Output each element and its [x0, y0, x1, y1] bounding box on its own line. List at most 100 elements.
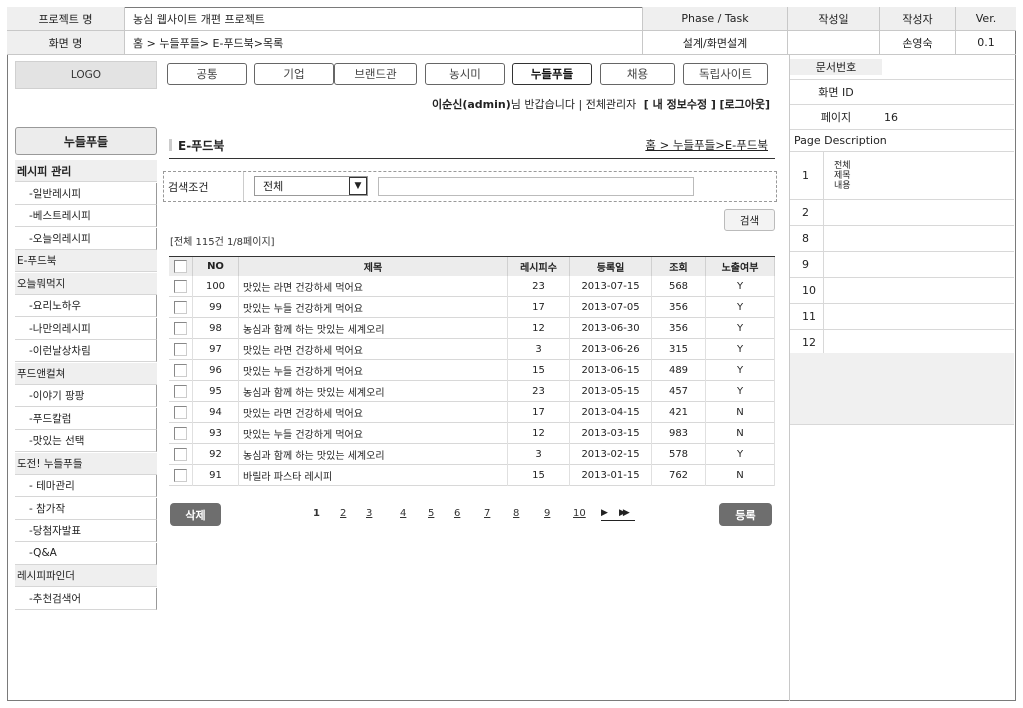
table-row[interactable]: 99 맛있는 누들 건강하게 먹어요 17 2013-07-05 356 Y [169, 297, 775, 318]
table-row[interactable]: 98 농심과 함께 하는 맛있는 세계오리 12 2013-06-30 356 Y [169, 318, 775, 339]
table-row[interactable]: 92 농심과 함께 하는 맛있는 세계오리 3 2013-02-15 578 Y [169, 444, 775, 465]
sidebar-item[interactable]: 푸드앤컬쳐 [15, 362, 157, 385]
row-title[interactable]: 맛있는 누들 건강하게 먹어요 [239, 297, 508, 318]
search-button[interactable]: 검색 [724, 209, 775, 231]
desc-row: 2 [790, 200, 1014, 226]
sidebar-item[interactable]: -오늘의레시피 [15, 227, 157, 250]
row-title[interactable]: 맛있는 누들 건강하게 먹어요 [239, 360, 508, 381]
row-select-cell [169, 297, 193, 318]
sidebar-item[interactable]: - 참가작 [15, 497, 157, 520]
row-views: 568 [652, 276, 706, 297]
row-title[interactable]: 농심과 함께 하는 맛있는 세계오리 [239, 381, 508, 402]
sidebar-item[interactable]: -Q&A [15, 542, 157, 565]
edit-info-link[interactable]: [ 내 정보수정 ] [644, 98, 716, 111]
sidebar-item[interactable]: - 테마관리 [15, 475, 157, 497]
table-row[interactable]: 91 바릴라 파스타 레시피 15 2013-01-15 762 N [169, 465, 775, 486]
page-no-value: 16 [884, 110, 898, 124]
row-checkbox[interactable] [174, 469, 187, 482]
desc-text: 전체 제목 내용 [834, 160, 851, 191]
logout-link[interactable]: [로그아웃] [719, 98, 770, 111]
column-header: 제목 [239, 257, 508, 276]
delete-button[interactable]: 삭제 [170, 503, 221, 526]
logo[interactable]: LOGO [15, 61, 157, 89]
row-title[interactable]: 맛있는 라면 건강하세 먹어요 [239, 402, 508, 423]
row-checkbox[interactable] [174, 280, 187, 293]
sidebar-item[interactable]: -당첨자발표 [15, 520, 157, 542]
breadcrumb[interactable]: 홈 > 누들푸들>E-푸드북 [560, 137, 768, 153]
row-checkbox[interactable] [174, 406, 187, 419]
row-title[interactable]: 맛있는 라면 건강하세 먹어요 [239, 276, 508, 297]
chevron-down-icon[interactable]: ▼ [349, 177, 367, 195]
page-link[interactable]: 8 [513, 508, 519, 519]
row-title[interactable]: 맛있는 누들 건강하게 먹어요 [239, 423, 508, 444]
row-no: 91 [193, 465, 239, 486]
search-input[interactable] [378, 177, 694, 196]
row-checkbox[interactable] [174, 343, 187, 356]
desc-num: 1 [790, 152, 824, 199]
column-header: 노출여부 [706, 257, 775, 276]
title-divider [169, 158, 775, 159]
row-title[interactable]: 맛있는 라면 건강하세 먹어요 [239, 339, 508, 360]
sidebar-item[interactable]: 오늘뭐먹지 [15, 272, 157, 295]
row-checkbox[interactable] [174, 427, 187, 440]
sidebar-item[interactable]: -요리노하우 [15, 295, 157, 317]
sidebar-item[interactable]: -맛있는 선택 [15, 430, 157, 452]
sidebar-item[interactable]: -푸드칼럼 [15, 407, 157, 430]
page-link[interactable]: 5 [428, 508, 434, 519]
page-link[interactable]: 7 [484, 508, 490, 519]
sidebar-item[interactable]: -일반레시피 [15, 182, 157, 205]
doc-no-label: 문서번호 [790, 59, 882, 75]
row-recipe-count: 17 [508, 402, 570, 423]
row-checkbox[interactable] [174, 385, 187, 398]
table-row[interactable]: 94 맛있는 라면 건강하세 먹어요 17 2013-04-15 421 N [169, 402, 775, 423]
register-button[interactable]: 등록 [719, 503, 772, 526]
tab-7[interactable]: 독립사이트 [683, 63, 768, 85]
sidebar-item[interactable]: 레시피파인더 [15, 565, 157, 587]
table-row[interactable]: 95 농심과 함께 하는 맛있는 세계오리 23 2013-05-15 457 Y [169, 381, 775, 402]
sidebar-item[interactable]: -추천검색어 [15, 587, 157, 610]
row-checkbox[interactable] [174, 322, 187, 335]
row-visible: N [706, 465, 775, 486]
sidebar-item[interactable]: 레시피 관리 [15, 160, 157, 182]
row-checkbox[interactable] [174, 364, 187, 377]
page-link[interactable]: 10 [573, 508, 586, 519]
table-row[interactable]: 93 맛있는 누들 건강하게 먹어요 12 2013-03-15 983 N [169, 423, 775, 444]
page-link[interactable]: 3 [366, 508, 372, 519]
page-link[interactable]: 9 [544, 508, 550, 519]
sidebar-item[interactable]: -이런날상차림 [15, 340, 157, 362]
doc-no-row: 문서번호 [790, 55, 1014, 80]
row-views: 356 [652, 297, 706, 318]
page-link[interactable]: 6 [454, 508, 460, 519]
sidebar-item[interactable]: E-푸드북 [15, 250, 157, 272]
row-date: 2013-06-26 [570, 339, 652, 360]
select-all-checkbox[interactable] [174, 260, 187, 273]
sidebar-item[interactable]: 도전! 누들푸들 [15, 452, 157, 475]
row-title[interactable]: 바릴라 파스타 레시피 [239, 465, 508, 486]
tab-3[interactable]: 브랜드관 [334, 63, 417, 85]
tab-5[interactable]: 누들푸들 [512, 63, 592, 85]
row-title[interactable]: 농심과 함께 하는 맛있는 세계오리 [239, 318, 508, 339]
table-row[interactable]: 97 맛있는 라면 건강하세 먹어요 3 2013-06-26 315 Y [169, 339, 775, 360]
row-select-cell [169, 318, 193, 339]
table-row[interactable]: 96 맛있는 누들 건강하게 먹어요 15 2013-06-15 489 Y [169, 360, 775, 381]
tab-4[interactable]: 농시미 [425, 63, 505, 85]
row-select-cell [169, 360, 193, 381]
sidebar-item[interactable]: -이야기 팡팡 [15, 385, 157, 407]
row-title[interactable]: 농심과 함께 하는 맛있는 세계오리 [239, 444, 508, 465]
row-checkbox[interactable] [174, 301, 187, 314]
ver-value: 0.1 [956, 31, 1016, 55]
page-link[interactable]: 1 [313, 508, 320, 519]
sidebar-item[interactable]: -나만의레시피 [15, 317, 157, 340]
row-date: 2013-03-15 [570, 423, 652, 444]
page-link[interactable]: 4 [400, 508, 406, 519]
last-page-icon[interactable]: ▶▶ [619, 508, 630, 518]
project-label: 프로젝트 명 [7, 7, 125, 31]
page-link[interactable]: 2 [340, 508, 346, 519]
sidebar-item[interactable]: -베스트레시피 [15, 205, 157, 227]
table-row[interactable]: 100 맛있는 라면 건강하세 먹어요 23 2013-07-15 568 Y [169, 276, 775, 297]
tab-2[interactable]: 기업 [254, 63, 334, 85]
row-checkbox[interactable] [174, 448, 187, 461]
next-page-icon[interactable]: ▶ [601, 508, 608, 518]
tab-1[interactable]: 공통 [167, 63, 247, 85]
tab-6[interactable]: 채용 [600, 63, 675, 85]
